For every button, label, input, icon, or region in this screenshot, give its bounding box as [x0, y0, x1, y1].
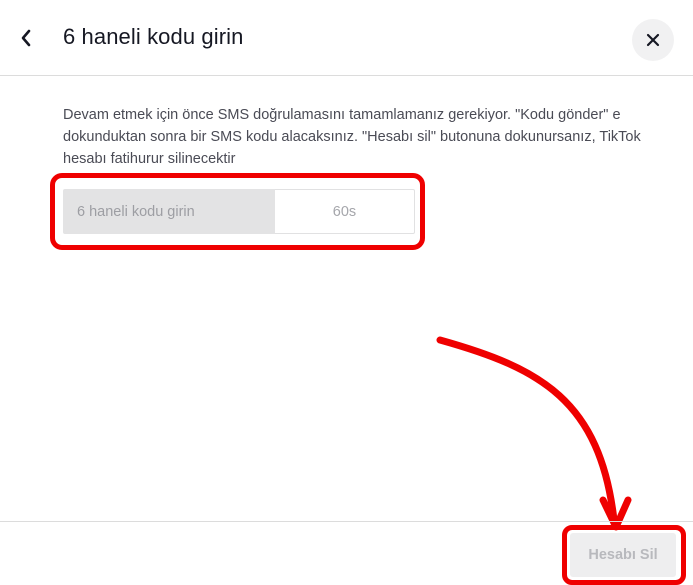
chevron-left-icon: [21, 29, 31, 47]
verification-code-input[interactable]: [63, 189, 275, 234]
delete-account-button[interactable]: Hesabı Sil: [570, 533, 676, 577]
back-button[interactable]: [12, 24, 40, 52]
page-title: 6 haneli kodu girin: [63, 24, 244, 49]
resend-timer-button[interactable]: 60s: [275, 189, 415, 234]
close-icon: [646, 33, 660, 47]
code-input-row: 60s: [63, 189, 415, 234]
annotation-arrow: [436, 336, 632, 531]
sms-verification-description: Devam etmek için önce SMS doğrulamasını …: [63, 107, 641, 167]
close-button[interactable]: [632, 19, 674, 61]
modal-header: 6 haneli kodu girin: [0, 0, 693, 76]
